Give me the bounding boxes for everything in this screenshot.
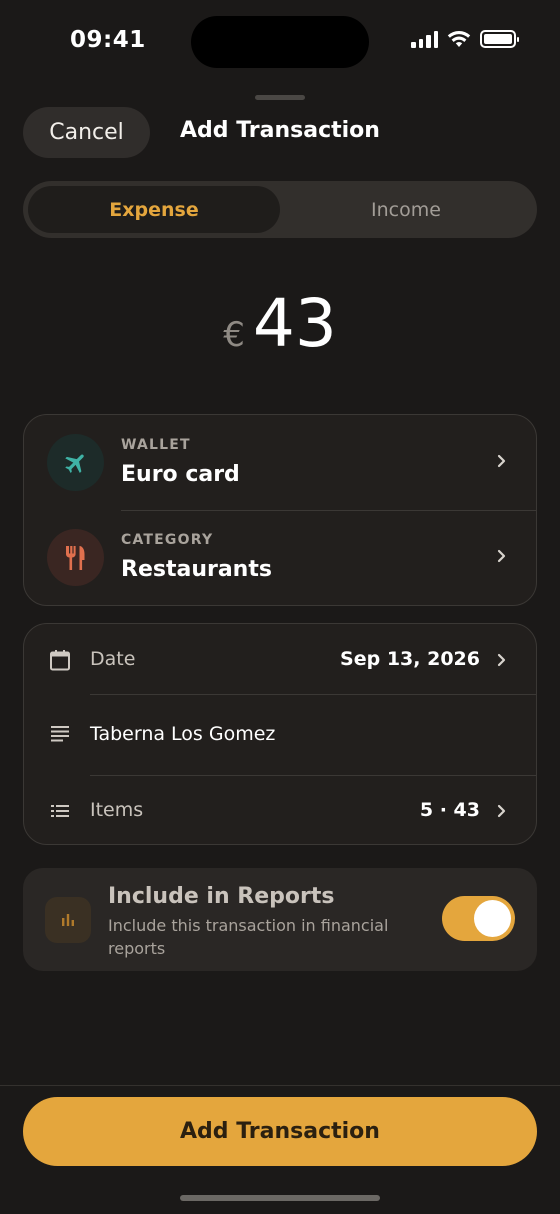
currency-symbol: € [223,315,245,355]
divider [0,1085,560,1086]
page-title: Add Transaction [180,118,380,143]
chevron-right-icon [497,804,506,818]
add-transaction-button[interactable]: Add Transaction [23,1097,537,1166]
include-in-reports-card: Include in Reports Include this transact… [23,868,537,971]
battery-icon [480,30,519,48]
note-text: Taberna Los Gomez [90,723,276,745]
amount-value: 43 [252,285,337,362]
home-indicator [180,1195,380,1201]
fork-knife-icon [65,545,84,570]
chevron-right-icon [497,549,506,563]
category-label: CATEGORY [121,532,214,548]
segment-income[interactable]: Income [280,186,532,233]
list-icon [51,805,69,817]
transaction-type-segmented-control: Expense Income [23,181,537,238]
notes-icon [51,726,69,742]
chevron-right-icon [497,454,506,468]
sheet-grabber[interactable] [255,95,305,100]
reports-icon-box [45,897,91,943]
toggle-knob [474,900,511,937]
include-in-reports-toggle[interactable] [442,896,515,941]
dynamic-island [191,16,369,68]
status-bar: 09:41 [0,0,560,84]
wallet-label: WALLET [121,437,191,453]
wallet-icon-circle [47,434,104,491]
date-row[interactable]: Date Sep 13, 2026 [24,624,536,694]
status-time: 09:41 [70,27,146,53]
chevron-right-icon [497,653,506,667]
date-value: Sep 13, 2026 [340,648,480,670]
airplane-icon [64,453,84,473]
category-icon-circle [47,529,104,586]
items-row[interactable]: Items 5 · 43 [24,776,536,846]
cellular-signal-icon [411,30,438,48]
amount-display[interactable]: € 43 [0,285,560,362]
reports-title: Include in Reports [108,884,335,909]
wallet-row[interactable]: WALLET Euro card [24,415,536,510]
date-label: Date [90,648,136,670]
category-row[interactable]: CATEGORY Restaurants [24,510,536,605]
reports-subtitle: Include this transaction in financial re… [108,916,389,958]
note-row[interactable]: Taberna Los Gomez [24,695,536,775]
wallet-value: Euro card [121,462,240,487]
wallet-category-card: WALLET Euro card CATEGORY Restaurants [23,414,537,606]
calendar-icon [50,650,70,671]
details-card: Date Sep 13, 2026 Taberna Los Gomez Item… [23,623,537,845]
bar-chart-icon [62,914,74,926]
status-icons [411,30,519,48]
wifi-icon [447,30,471,47]
items-label: Items [90,799,144,821]
items-value: 5 · 43 [419,799,480,821]
category-value: Restaurants [121,557,272,582]
segment-expense[interactable]: Expense [28,186,280,233]
